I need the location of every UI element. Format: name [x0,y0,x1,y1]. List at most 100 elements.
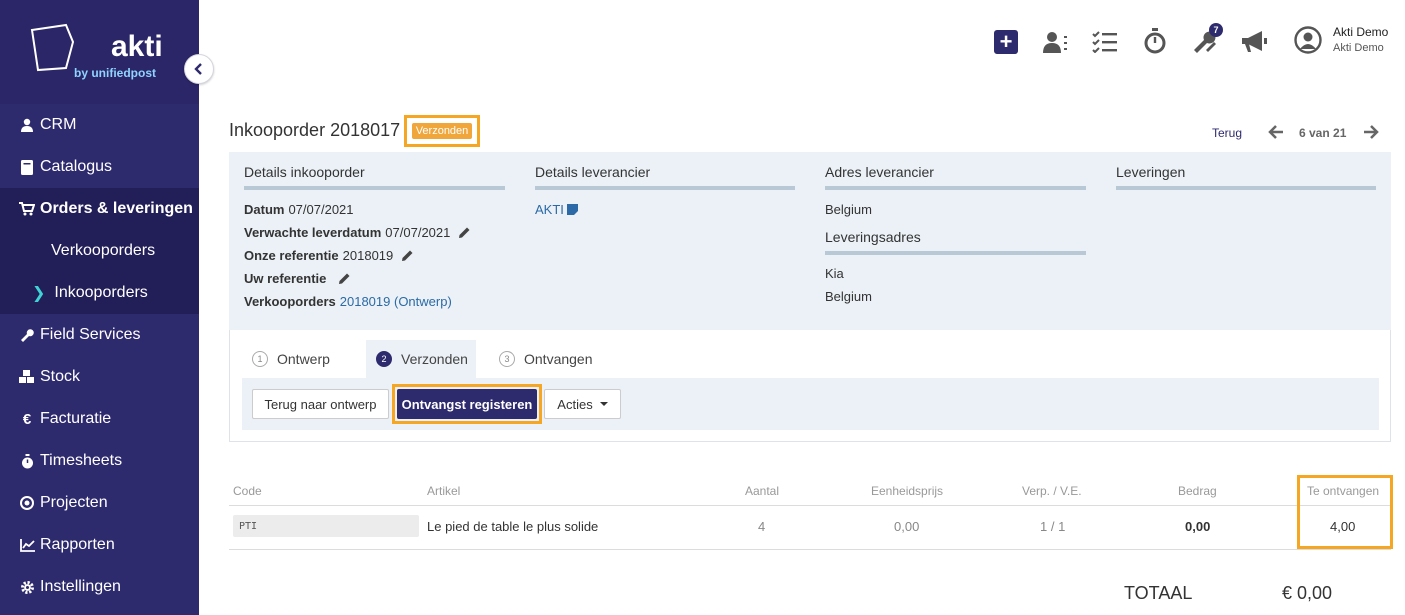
sidebar-item-label: Timesheets [40,452,123,469]
step-number: 1 [252,351,268,367]
user-icon [19,117,35,133]
tab-ontwerp[interactable]: 1 Ontwerp [252,340,330,378]
delivery-address-line: Belgium [825,289,872,304]
to-receive-highlight [1297,475,1393,549]
supplier-name: AKTI [535,198,795,221]
sidebar-item-orders[interactable]: Orders & leveringen [0,188,199,230]
supplier-country: Belgium [825,202,872,217]
arrow-right-icon[interactable] [1363,124,1379,140]
deliveries-heading: Leveringen [1116,164,1376,190]
sidebar-item-label: Field Services [40,326,141,343]
step-number: 3 [499,351,515,367]
status-badge-label: Verzonden [411,123,473,139]
pencil-icon[interactable] [338,272,351,285]
sidebar-item-label: Rapporten [40,536,115,553]
user-company: Akti Demo [1333,42,1384,54]
caret-down-icon [599,402,608,406]
akti-logo-icon [30,23,75,72]
column-header-article: Artikel [427,484,461,498]
step-number: 2 [376,351,392,367]
sidebar-item-label: Projecten [40,494,108,511]
supplier-link[interactable]: AKTI [535,202,564,217]
pager-count: 6 van 21 [1299,126,1347,140]
tab-label: Ontvangen [524,351,593,367]
gear-icon [19,579,35,595]
table-header-divider [229,505,1391,506]
supplier-address-heading: Adres leverancier [825,164,1086,190]
sidebar: akti by unifiedpost CRM Catalogus Orders… [0,0,199,615]
column-header-unit-price: Eenheidsprijs [871,484,944,498]
arrow-left-icon[interactable] [1268,124,1284,140]
book-icon [19,159,35,175]
sidebar-item-label: Inkooporders [54,284,148,301]
total-label: TOTAAL [1124,583,1193,603]
column-header-amount: Bedrag [1178,484,1217,498]
delivery-address-heading: Leveringsadres [825,229,1086,255]
sidebar-item-label: Orders & leveringen [40,200,193,217]
supplier-details: Details leverancier AKTI [535,164,795,221]
sidebar-menu: CRM Catalogus Orders & leveringen Verkoo… [0,104,199,608]
deliveries: Leveringen [1116,164,1376,190]
target-icon [19,495,35,511]
chevron-left-icon [194,63,202,75]
back-link[interactable]: Terug [1212,126,1242,140]
action-toolbar: Terug naar ontwerp Ontvangst registeren … [242,378,1379,430]
brand-tagline: by unifiedpost [74,66,156,80]
sidebar-item-label: Instellingen [40,578,121,595]
row-amount: 0,00 [1185,519,1211,534]
euro-icon: € [22,410,32,428]
supplier-details-heading: Details leverancier [535,164,795,190]
table-row-divider [229,549,1391,550]
stopwatch-icon[interactable] [1144,28,1166,54]
order-details-heading: Details inkooporder [244,164,505,190]
sidebar-item-projecten[interactable]: Projecten [0,482,199,524]
chart-icon [19,537,35,553]
register-receipt-highlight: Ontvangst registeren [392,384,542,424]
sales-orders: Verkooporders 2018019 (Ontwerp) [244,294,452,309]
row-code: PTI [233,515,419,537]
cart-icon [19,201,35,217]
sidebar-item-crm[interactable]: CRM [0,104,199,146]
status-badge: Verzonden [404,115,480,147]
sidebar-item-rapporten[interactable]: Rapporten [0,524,199,566]
sidebar-item-catalogus[interactable]: Catalogus [0,146,199,188]
sidebar-item-facturatie[interactable]: € Facturatie [0,398,199,440]
tab-ontvangen[interactable]: 3 Ontvangen [499,340,593,378]
contacts-icon[interactable] [1043,30,1075,54]
sidebar-item-field-services[interactable]: Field Services [0,314,199,356]
logo[interactable]: akti by unifiedpost [0,0,199,104]
chevron-right-icon: ❯ [32,285,46,302]
register-receipt-button[interactable]: Ontvangst registeren [397,389,537,419]
pencil-icon[interactable] [458,226,471,239]
delivery-address-line: Kia [825,266,844,281]
sidebar-item-instellingen[interactable]: Instellingen [0,566,199,608]
row-pack: 1 / 1 [1040,519,1066,534]
brand-name: akti [111,30,163,63]
back-to-draft-button[interactable]: Terug naar ontwerp [252,389,389,419]
sidebar-item-stock[interactable]: Stock [0,356,199,398]
tab-label: Verzonden [401,351,468,367]
add-button[interactable]: + [994,30,1018,54]
tab-verzonden[interactable]: 2 Verzonden [366,340,476,378]
sales-order-link[interactable]: 2018019 (Ontwerp) [340,294,452,309]
megaphone-icon[interactable] [1240,30,1268,54]
page-title: Inkooporder 2018017 [229,120,401,140]
note-icon[interactable] [566,204,578,215]
expected-delivery-date: Verwachte leverdatum 07/07/2021 [244,221,505,244]
workflow-panel: 1 Ontwerp 2 Verzonden 3 Ontvangen Terug … [229,330,1391,442]
details-panel: Details inkooporder Datum 07/07/2021 Verw… [229,152,1391,330]
user-name[interactable]: Akti Demo [1333,25,1388,39]
tasks-icon[interactable] [1092,31,1118,53]
sidebar-item-timesheets[interactable]: Timesheets [0,440,199,482]
wrench-icon [19,327,35,343]
pencil-icon[interactable] [401,249,414,262]
sidebar-item-label: CRM [40,116,77,133]
sidebar-item-verkooporders[interactable]: Verkooporders [0,230,199,272]
total-value: € 0,00 [1282,583,1333,603]
sidebar-collapse-button[interactable] [184,54,214,84]
avatar[interactable] [1294,26,1322,54]
actions-dropdown[interactable]: Acties [544,389,621,419]
row-article: Le pied de table le plus solide [427,519,599,534]
sidebar-item-inkooporders[interactable]: ❯ Inkooporders [0,272,199,314]
notification-badge: 7 [1209,23,1223,37]
